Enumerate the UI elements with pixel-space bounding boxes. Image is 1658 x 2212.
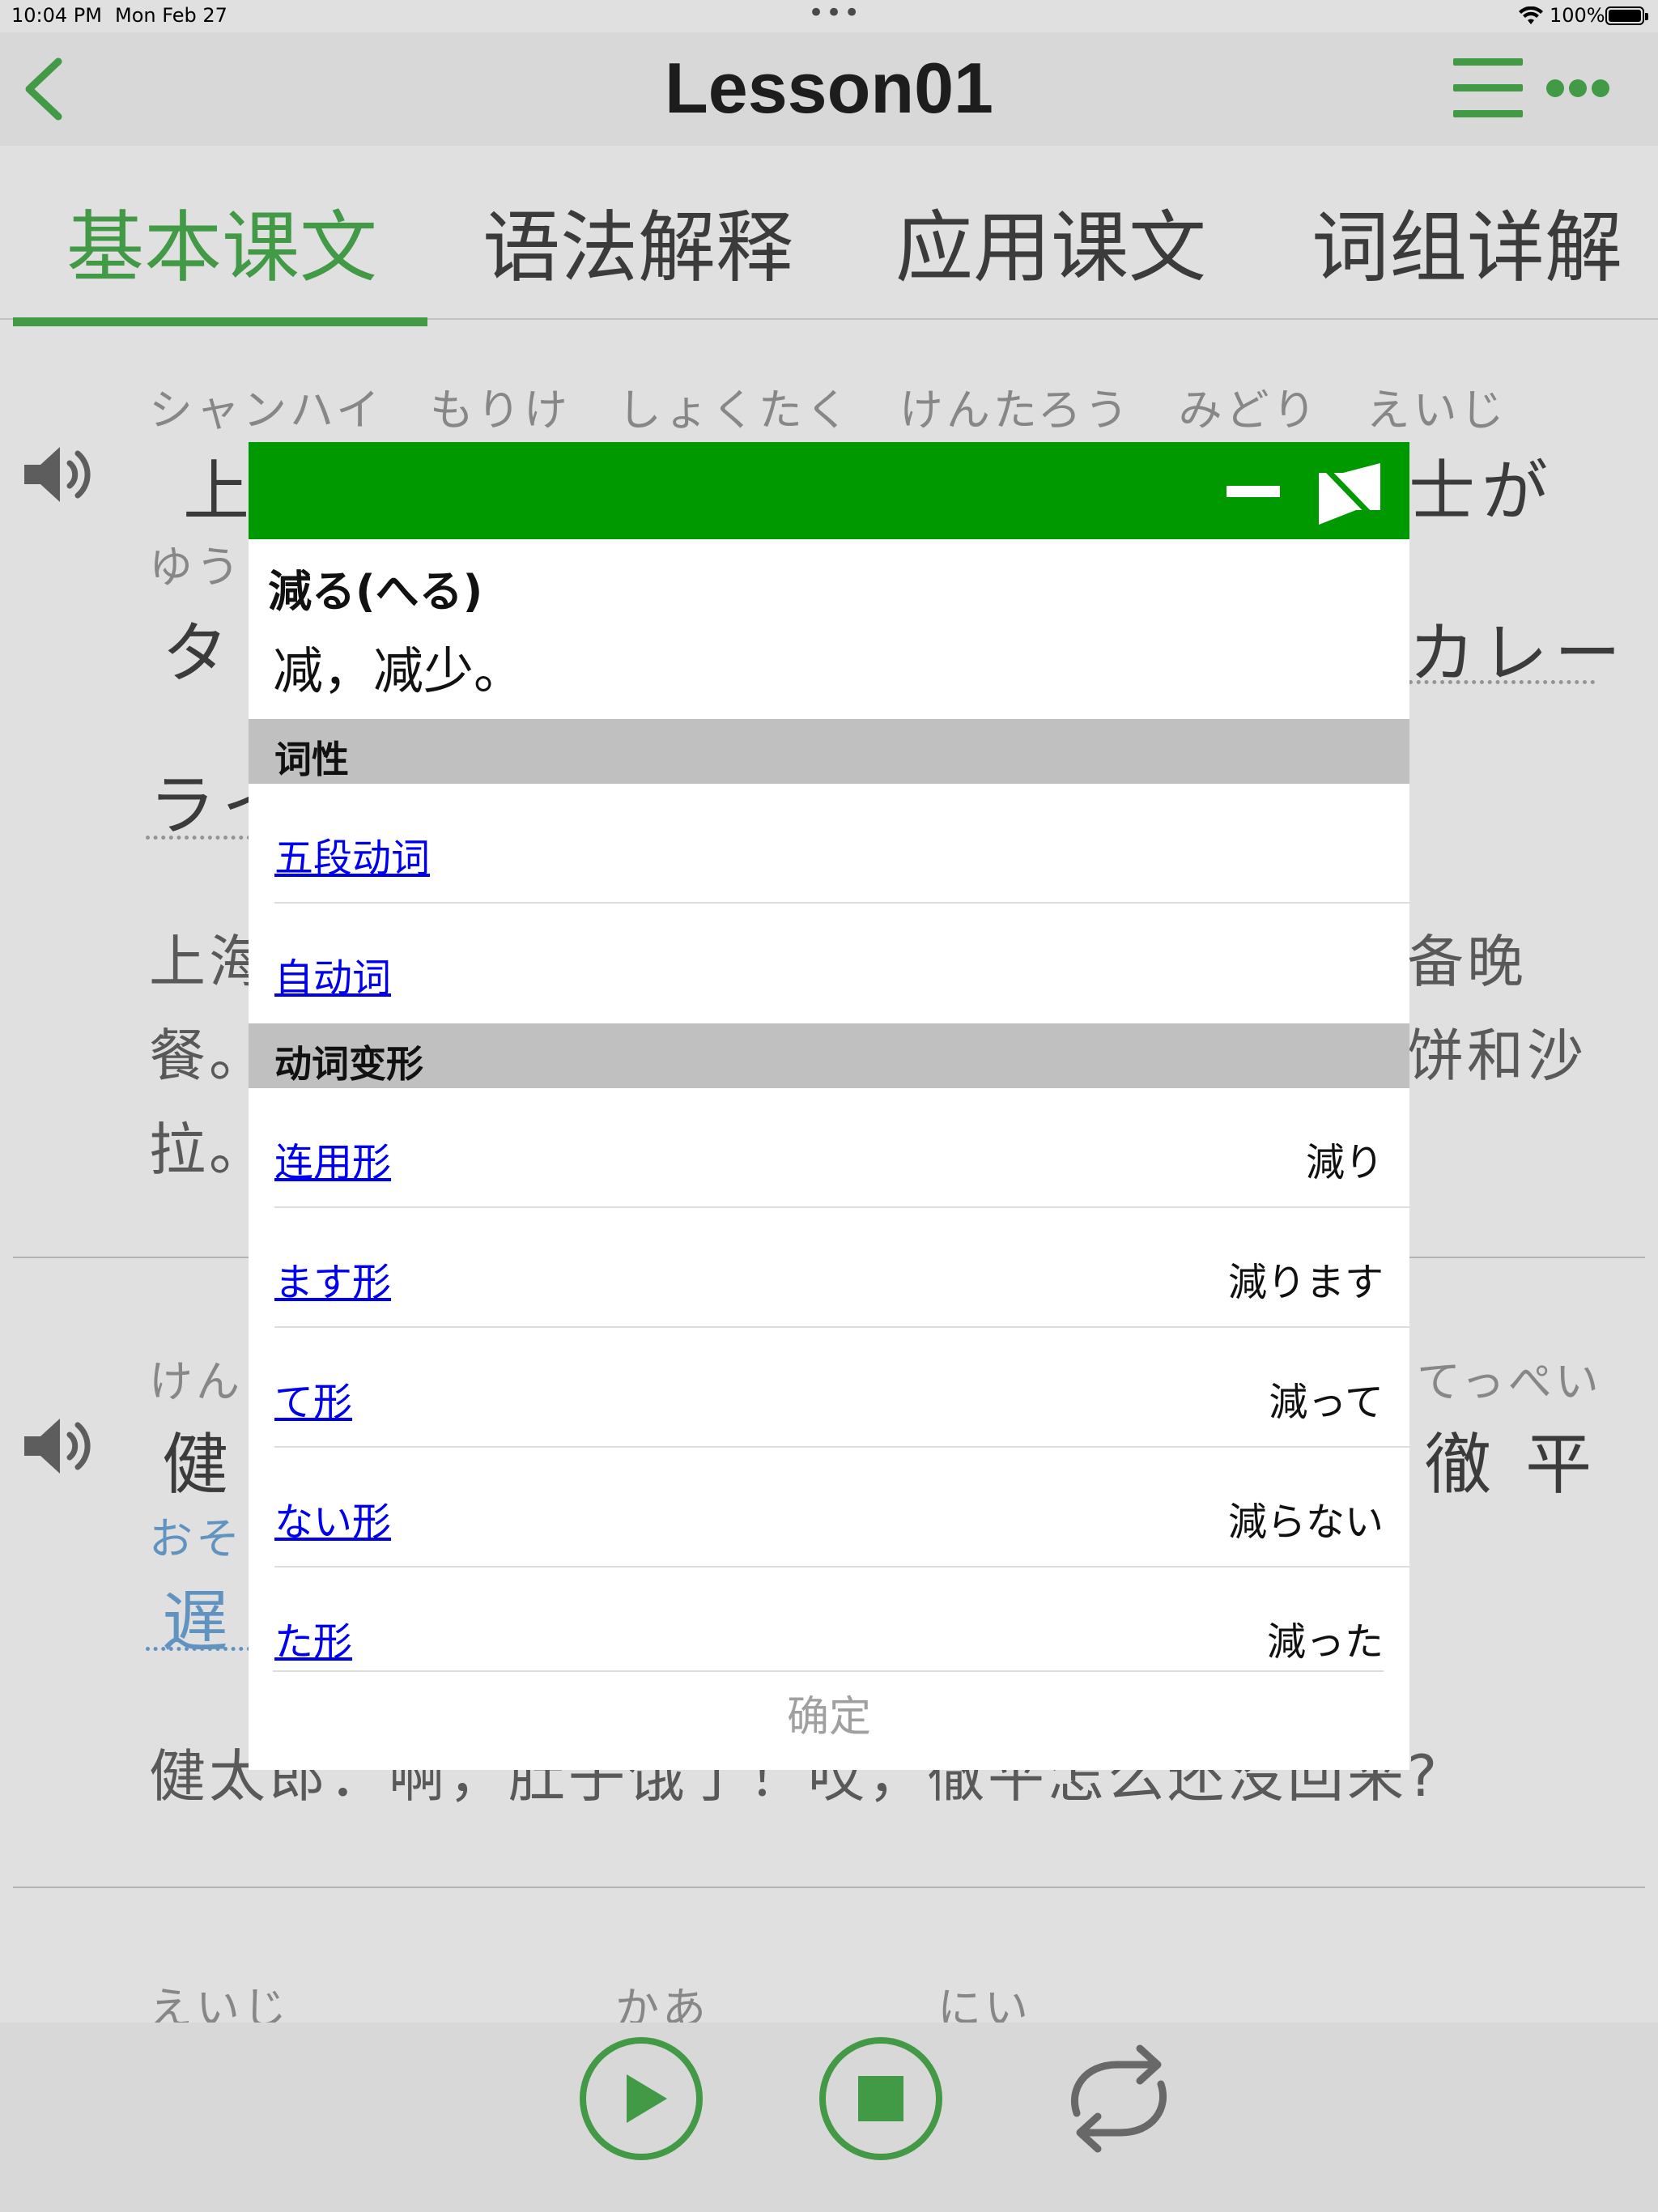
confirm-button[interactable]: 确定 bbox=[249, 1673, 1409, 1770]
section-title: 词性 bbox=[274, 738, 349, 781]
conjugation-row: た形 減った bbox=[274, 1568, 1409, 1670]
pos-link[interactable]: 五段动词 bbox=[274, 826, 430, 883]
conjugation-value: 減り bbox=[1305, 1140, 1384, 1185]
conjugation-row: ない形 減らない bbox=[274, 1448, 1409, 1568]
conjugation-row: ます形 減ります bbox=[274, 1208, 1409, 1328]
section-header-pos: 词性 bbox=[249, 719, 1409, 784]
conjugation-value: 減ります bbox=[1227, 1260, 1384, 1305]
word-meaning: 减，减少。 bbox=[273, 641, 525, 700]
divider bbox=[273, 1670, 1384, 1672]
pos-link[interactable]: 自动词 bbox=[274, 946, 391, 1002]
conjugation-row: て形 減って bbox=[274, 1328, 1409, 1448]
conjugation-value: 減って bbox=[1269, 1380, 1384, 1425]
conjugation-form-link[interactable]: 连用形 bbox=[274, 1130, 391, 1187]
minimize-icon[interactable] bbox=[1226, 486, 1280, 497]
conjugation-row: 连用形 減り bbox=[274, 1088, 1409, 1208]
pos-row: 自动词 bbox=[274, 904, 1409, 1023]
section-title: 动词变形 bbox=[274, 1042, 423, 1086]
conjugation-form-link[interactable]: て形 bbox=[274, 1370, 352, 1427]
conjugation-form-link[interactable]: た形 bbox=[274, 1610, 352, 1666]
dialog-header bbox=[249, 442, 1409, 539]
conjugation-value: 減った bbox=[1266, 1619, 1384, 1665]
conjugation-form-link[interactable]: ない形 bbox=[274, 1490, 391, 1546]
expand-icon[interactable] bbox=[1319, 463, 1380, 525]
section-header-conjugation: 动词变形 bbox=[249, 1023, 1409, 1088]
word-detail-dialog: 減る(へる) 减，减少。 词性 五段动词 自动词 动词变形 连用形 減り ます形… bbox=[249, 442, 1409, 1770]
conjugation-value: 減らない bbox=[1227, 1499, 1384, 1545]
dictionary-headword: 減る(へる) bbox=[268, 566, 483, 617]
conjugation-form-link[interactable]: ます形 bbox=[274, 1250, 391, 1307]
pos-row: 五段动词 bbox=[274, 784, 1409, 904]
